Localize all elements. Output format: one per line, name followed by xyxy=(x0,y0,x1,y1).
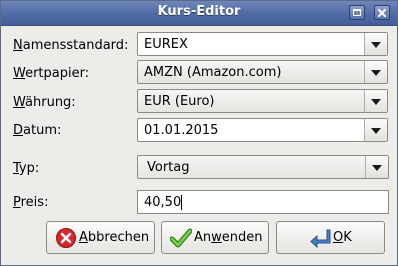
chevron-down-icon[interactable] xyxy=(364,33,387,55)
wertpapier-label: Wertpapier: xyxy=(13,66,90,81)
cancel-icon xyxy=(55,227,77,249)
preis-label: Preis: xyxy=(13,195,49,210)
preis-input[interactable]: 40,50 xyxy=(137,190,389,214)
maximize-icon[interactable] xyxy=(349,5,365,20)
chevron-down-icon[interactable] xyxy=(364,119,387,141)
ok-label: OK xyxy=(333,230,352,245)
waehrung-combobox[interactable]: EUR (Euro) xyxy=(137,89,388,113)
text-caret xyxy=(181,195,182,210)
ok-button[interactable]: OK xyxy=(276,221,385,254)
waehrung-value: EUR (Euro) xyxy=(144,94,215,109)
enter-arrow-icon xyxy=(309,227,331,249)
datum-value: 01.01.2015 xyxy=(144,123,219,138)
typ-value: Vortag xyxy=(147,160,190,175)
cancel-label: Abbrechen xyxy=(79,230,150,245)
apply-label: Anwenden xyxy=(194,230,263,245)
waehrung-label: Währung: xyxy=(13,95,76,110)
typ-combobox[interactable]: Vortag xyxy=(137,155,389,179)
cancel-button[interactable]: Abbrechen xyxy=(46,221,155,254)
kurs-editor-dialog: Kurs-Editor Namensstandard: EUREX Wertpa… xyxy=(0,0,398,266)
preis-value: 40,50 xyxy=(144,195,182,210)
chevron-down-icon[interactable] xyxy=(364,61,387,83)
datum-combobox[interactable]: 01.01.2015 xyxy=(137,118,388,142)
window-title: Kurs-Editor xyxy=(157,4,241,19)
close-icon[interactable] xyxy=(374,5,390,20)
title-bar[interactable]: Kurs-Editor xyxy=(1,1,397,26)
wertpapier-combobox[interactable]: AMZN (Amazon.com) xyxy=(137,60,388,84)
namensstandard-label: Namensstandard: xyxy=(13,38,129,53)
wertpapier-value: AMZN (Amazon.com) xyxy=(144,65,282,80)
namensstandard-value: EUREX xyxy=(144,37,188,52)
chevron-down-icon[interactable] xyxy=(365,156,388,178)
check-icon xyxy=(169,227,193,249)
namensstandard-combobox[interactable]: EUREX xyxy=(137,32,388,56)
apply-button[interactable]: Anwenden xyxy=(161,221,269,254)
typ-label: Typ: xyxy=(13,161,40,176)
datum-label: Datum: xyxy=(13,123,62,138)
chevron-down-icon[interactable] xyxy=(364,90,387,112)
